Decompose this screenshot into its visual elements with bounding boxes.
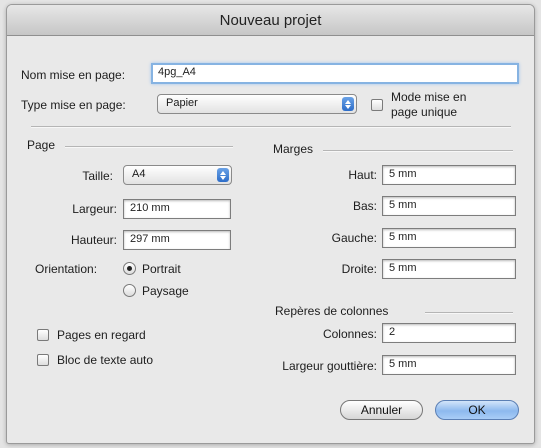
title-bar[interactable]: Nouveau projet bbox=[7, 5, 534, 36]
portrait-radio[interactable] bbox=[123, 262, 136, 275]
page-section-rule bbox=[65, 146, 233, 148]
width-label: Largeur: bbox=[72, 202, 117, 216]
margin-left-field[interactable]: 5 mm bbox=[382, 228, 516, 248]
margins-section-label: Marges bbox=[273, 142, 314, 156]
margins-section-rule bbox=[323, 150, 513, 152]
columns-label: Colonnes: bbox=[322, 327, 377, 341]
gutter-width-field[interactable]: 5 mm bbox=[382, 355, 516, 375]
landscape-label: Paysage bbox=[142, 284, 189, 298]
cancel-button[interactable]: Annuler bbox=[340, 400, 423, 420]
new-project-dialog: Nouveau projet Nom mise en page: 4pg_A4 … bbox=[6, 4, 535, 444]
margin-right-field[interactable]: 5 mm bbox=[382, 259, 516, 279]
orientation-label: Orientation: bbox=[35, 262, 98, 276]
auto-text-box-checkbox[interactable] bbox=[37, 354, 49, 366]
height-field[interactable]: 297 mm bbox=[123, 230, 231, 250]
size-value: A4 bbox=[132, 168, 146, 180]
width-field[interactable]: 210 mm bbox=[123, 199, 231, 219]
single-page-label-line1: Mode mise en bbox=[391, 90, 467, 104]
page-section-label: Page bbox=[27, 138, 56, 152]
margin-left-label: Gauche: bbox=[331, 231, 377, 245]
layout-name-field[interactable]: 4pg_A4 bbox=[151, 63, 519, 84]
gutter-width-label: Largeur gouttière: bbox=[282, 359, 377, 373]
layout-type-label: Type mise en page: bbox=[21, 98, 126, 112]
single-page-label-line2: page unique bbox=[391, 105, 458, 119]
margin-bottom-field[interactable]: 5 mm bbox=[382, 196, 516, 216]
layout-type-select[interactable]: Papier bbox=[157, 94, 357, 114]
ok-button[interactable]: OK bbox=[435, 400, 519, 420]
height-label: Hauteur: bbox=[70, 233, 117, 247]
portrait-label: Portrait bbox=[142, 262, 181, 276]
facing-pages-checkbox[interactable] bbox=[37, 329, 49, 341]
margin-top-label: Haut: bbox=[348, 168, 377, 182]
landscape-radio[interactable] bbox=[123, 284, 136, 297]
column-guides-section-label: Repères de colonnes bbox=[275, 304, 389, 318]
column-guides-section-rule bbox=[425, 312, 513, 314]
layout-name-label: Nom mise en page: bbox=[21, 68, 126, 82]
top-separator bbox=[31, 126, 511, 128]
margin-top-field[interactable]: 5 mm bbox=[382, 165, 516, 185]
margin-bottom-label: Bas: bbox=[352, 199, 377, 213]
facing-pages-label: Pages en regard bbox=[57, 328, 146, 342]
select-arrows-icon bbox=[217, 168, 229, 182]
margin-right-label: Droite: bbox=[341, 262, 377, 276]
layout-type-value: Papier bbox=[166, 97, 198, 109]
auto-text-box-label: Bloc de texte auto bbox=[57, 353, 154, 367]
select-arrows-icon bbox=[342, 97, 354, 111]
size-label: Taille: bbox=[82, 169, 113, 183]
columns-field[interactable]: 2 bbox=[382, 323, 516, 343]
dialog-title: Nouveau projet bbox=[219, 11, 322, 29]
size-select[interactable]: A4 bbox=[123, 165, 232, 185]
single-page-checkbox[interactable] bbox=[371, 99, 383, 111]
